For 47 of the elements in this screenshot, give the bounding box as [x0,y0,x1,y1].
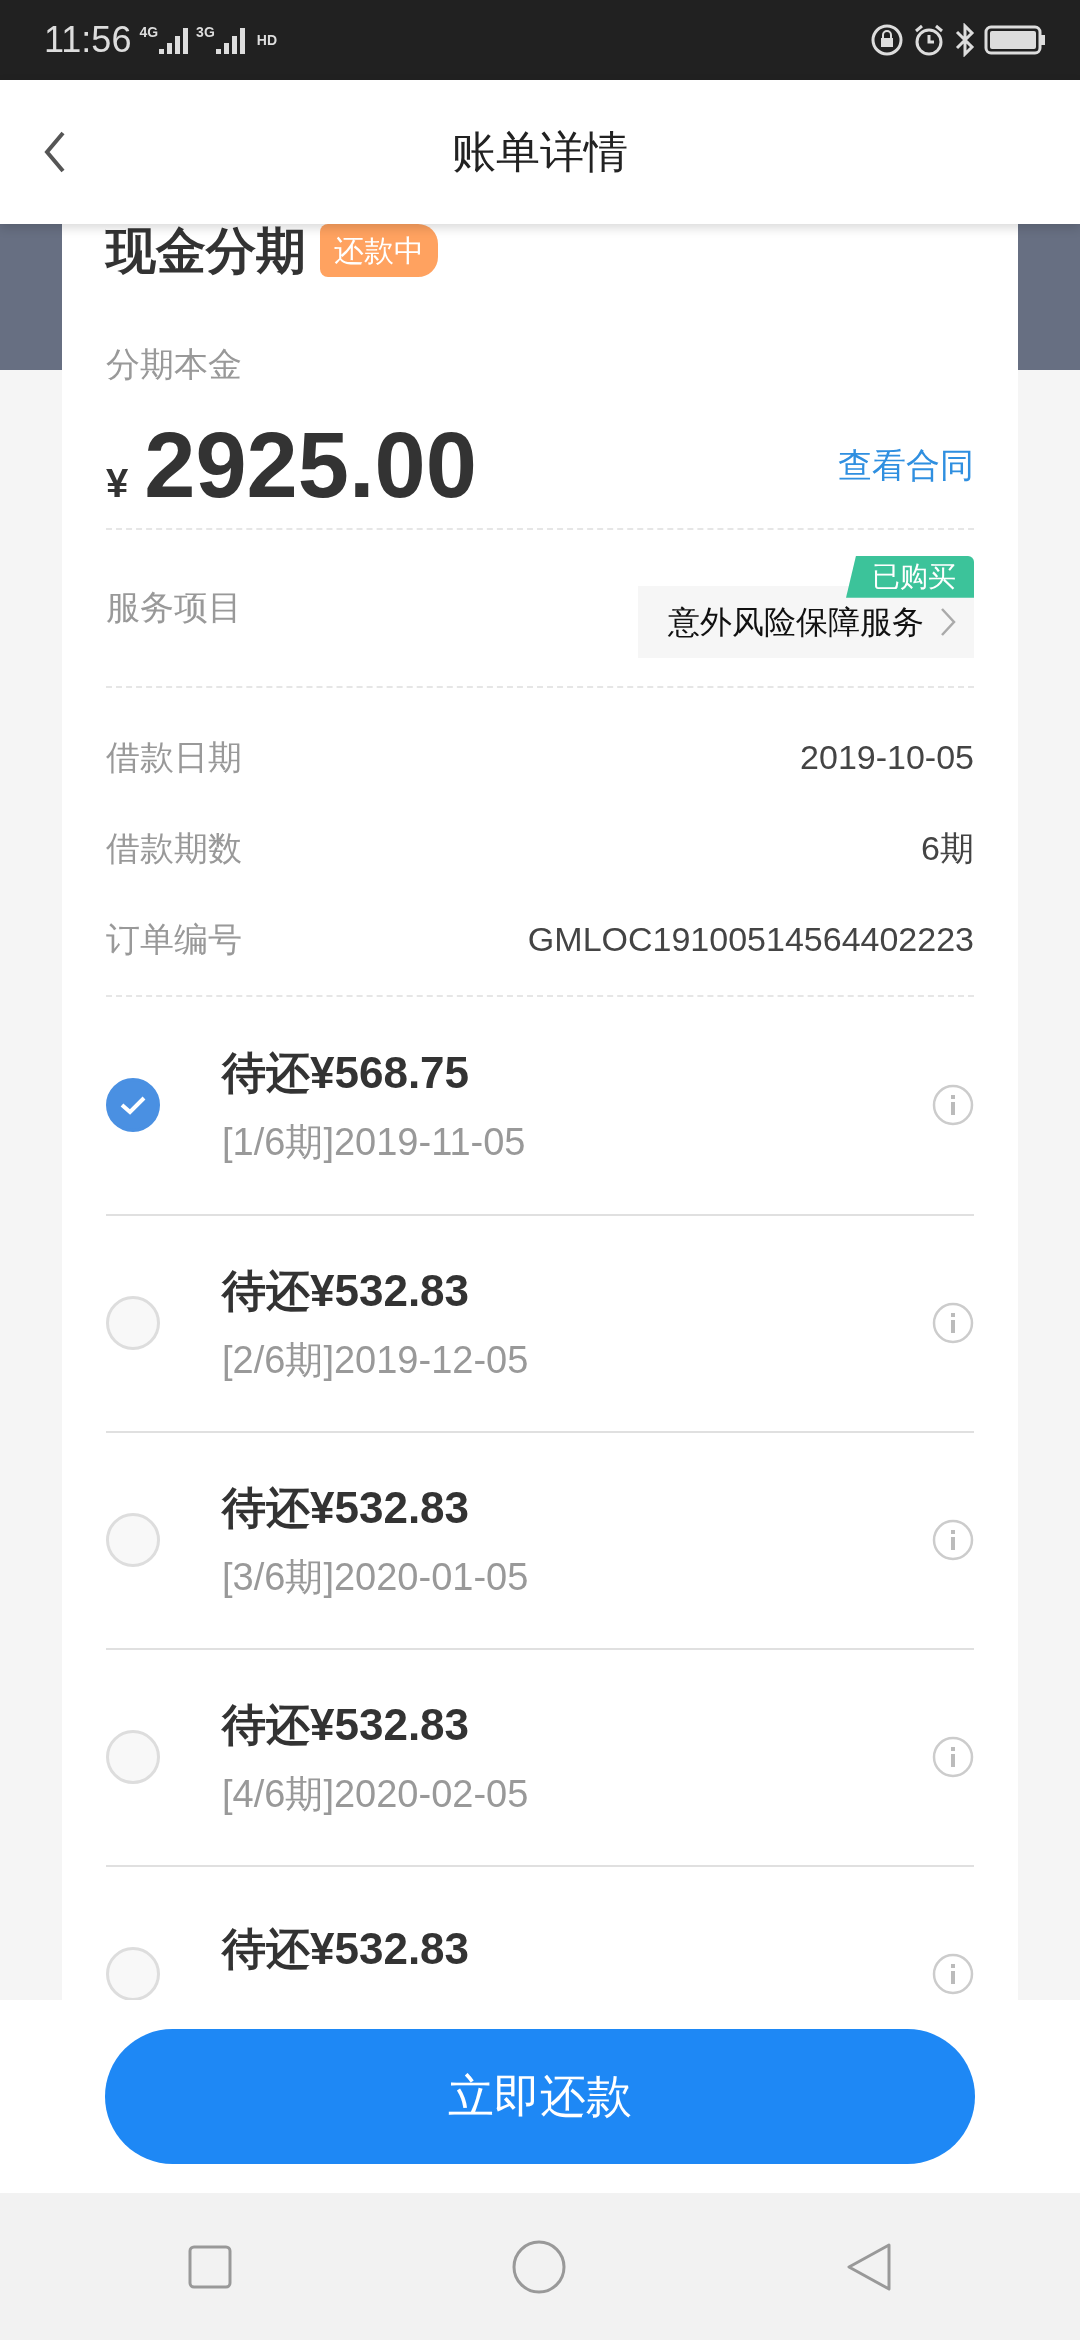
installment-period: [1/6期]2019-11-05 [222,1119,527,1165]
detail-label: 借款日期 [106,736,242,778]
rotation-lock-icon [870,23,904,57]
info-icon[interactable] [932,1302,974,1345]
info-icon[interactable] [932,1736,974,1779]
network-type: 3G [196,25,215,39]
chevron-right-icon [940,606,956,637]
detail-label: 借款期数 [106,827,242,869]
installment-period: [2/6期]2019-12-05 [222,1337,530,1383]
bluetooth-icon [954,23,976,57]
signal-icon [158,25,189,55]
alarm-icon [912,23,946,57]
hd-indicator: HD [256,33,278,47]
check-icon [119,1094,147,1117]
info-icon[interactable] [932,1519,974,1562]
currency-symbol: ¥ [106,459,129,507]
clock-time: 11:56 [44,18,132,62]
repay-button[interactable]: 立即还款 [105,2029,975,2164]
installment-period: [3/6期]2020-01-05 [222,1554,530,1600]
detail-value: 2019-10-05 [800,736,974,778]
installment-amount: 待还¥532.83 [222,1923,471,1976]
info-icon[interactable] [932,1953,974,1996]
principal-amount: 2925.00 [144,418,477,511]
signal-icon [214,25,245,55]
network-type: 4G [139,25,159,39]
loan-title: 现金分期 [106,225,306,276]
detail-label: 订单编号 [106,918,242,960]
select-radio[interactable] [106,1078,160,1133]
circle-icon[interactable] [511,2238,567,2295]
back-triangle-icon[interactable] [846,2241,893,2292]
purchased-tag: 已购买 [846,555,974,598]
detail-value: 6期 [921,827,974,869]
battery-icon [984,25,1046,55]
back-icon[interactable] [44,131,66,173]
principal-label: 分期本金 [106,344,243,385]
detail-value: GMLOC19100514564402223 [527,918,974,960]
installment-amount: 待还¥532.83 [222,1481,471,1534]
installment-period: [4/6期]2020-02-05 [222,1771,530,1817]
installment-amount: 待还¥568.75 [222,1046,471,1099]
info-icon[interactable] [932,1084,974,1127]
page-title: 账单详情 [452,126,628,178]
installment-amount: 待还¥532.83 [222,1264,471,1317]
status-badge: 还款中 [320,224,438,277]
service-label: 服务项目 [106,587,242,629]
installment-amount: 待还¥532.83 [222,1698,471,1751]
contract-link[interactable]: 查看合同 [838,440,974,492]
square-icon[interactable] [187,2244,232,2289]
